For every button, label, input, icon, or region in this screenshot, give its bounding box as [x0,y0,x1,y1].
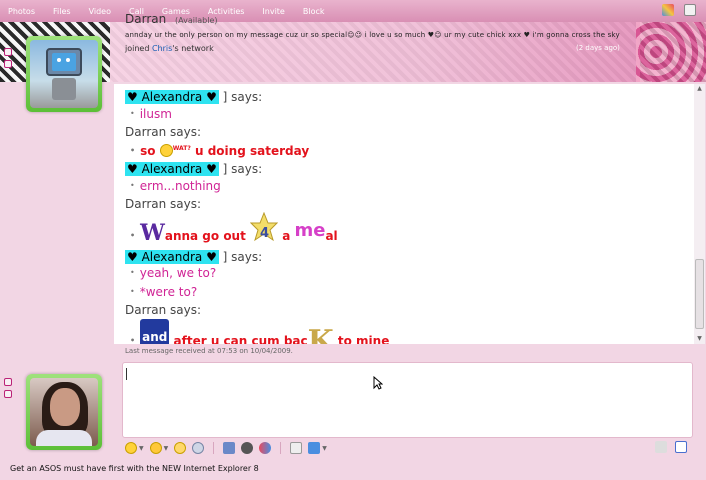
scroll-down-button[interactable]: ▼ [694,334,705,344]
message-part: a [278,228,295,243]
options-icon[interactable] [684,4,696,16]
contact-name: Darran [125,12,167,26]
sender-line: ♥ Alexandra ♥ ] says: [125,161,685,178]
menu-video[interactable]: Video [80,7,120,16]
nudge-icon[interactable] [174,442,187,454]
star-number: 4 [260,225,270,241]
color-icon[interactable] [308,442,321,454]
text-mode-icon[interactable] [675,441,687,453]
sender-name: ♥ Alexandra ♥ [125,162,219,176]
expand-top-button[interactable] [4,60,12,68]
surprised-emoticon-icon [159,143,173,157]
sender-name: ♥ Alexandra ♥ [125,249,219,264]
sender-line: ♥ Alexandra ♥ ] says: [125,89,685,106]
joined-prefix: joined [125,44,150,53]
contact-status: (Available) [175,16,218,25]
contact-avatar[interactable] [26,36,102,112]
user-picture [30,378,98,446]
sender-suffix: ] says: [218,162,263,176]
message-part: u doing saterday [190,143,310,158]
wink-icon[interactable] [149,442,162,454]
decorated-letter-k: K [307,323,334,345]
network-link[interactable]: Chris [152,44,172,53]
decorated-letter-w: W [140,219,165,246]
sender-line: Darran says: [125,125,202,139]
input-toolbar: ▼ ▼ ▼ [122,440,693,456]
sender-line: Darran says: [125,303,202,317]
message-text: erm...nothing [125,178,685,197]
joined-network: joined Chris's network [125,44,214,53]
theme-icon[interactable] [662,4,674,16]
sender-suffix: ] says: [218,249,263,264]
games-icon[interactable] [241,442,254,454]
decorated-me: me [294,219,326,241]
gift-icon[interactable] [259,442,272,454]
conversation-history: ♥ Alexandra ♥ ] says:ilusmDarran says:so… [114,84,694,344]
message-text: *were to? [125,284,685,303]
wat-label: WAT? [172,144,191,152]
sender-line: Darran says: [125,197,202,211]
ad-banner[interactable]: Get an ASOS must have first with the NEW… [10,464,259,473]
message-text: so WAT? u doing saterday [125,141,685,162]
decorated-and: and [140,318,170,344]
robot-picture [30,40,98,108]
font-icon[interactable] [290,442,303,454]
header-decoration [636,22,706,82]
conversation-lines: ♥ Alexandra ♥ ] says:ilusmDarran says:so… [125,89,685,344]
handwriting-icon[interactable] [655,441,667,453]
collapse-bottom-button[interactable] [4,378,12,386]
sender-line: ♥ Alexandra ♥ ] says: [125,249,685,266]
message-part: al [325,228,338,243]
menu-bar: Photos Files Video Call Games Activities… [0,0,706,22]
message-part: after u can cum bac [169,333,308,345]
conversation-scrollbar[interactable]: ▲ ▼ [694,84,705,344]
message-input[interactable] [122,362,693,438]
contact-name-area: Darran (Available) [125,12,218,26]
user-avatar[interactable] [26,374,102,450]
background-icon[interactable] [223,442,236,454]
menu-photos[interactable]: Photos [0,7,44,16]
personal-message: annday ur the only person on my message … [125,31,620,39]
mouse-cursor-icon [373,376,383,390]
joined-suffix: 's network [172,44,214,53]
text-caret [126,368,127,380]
menu-invite[interactable]: Invite [253,7,293,16]
scroll-thumb[interactable] [695,259,704,329]
emoticon-icon[interactable] [125,442,137,454]
scroll-up-button[interactable]: ▲ [694,84,705,94]
last-message-info: Last message received at 07:53 on 10/04/… [125,347,293,355]
menu-files[interactable]: Files [44,7,80,16]
message-text: and after u can cum bacK to mine [125,318,685,345]
sender-suffix: ] says: [218,90,263,104]
message-part: anna go out [164,228,251,243]
message-text: Wanna go out 4 a meal [125,211,685,249]
expand-bottom-button[interactable] [4,390,12,398]
message-part: to mine [333,333,390,345]
message-text: yeah, we to? [125,265,685,284]
star-4-icon: 4 [250,211,279,248]
sender-name: ♥ Alexandra ♥ [125,90,219,104]
message-text: ilusm [125,106,685,125]
collapse-top-button[interactable] [4,48,12,56]
days-ago: (2 days ago) [576,44,620,52]
message-part: so [140,143,160,158]
voice-clip-icon[interactable] [192,442,205,454]
menu-block[interactable]: Block [294,7,334,16]
